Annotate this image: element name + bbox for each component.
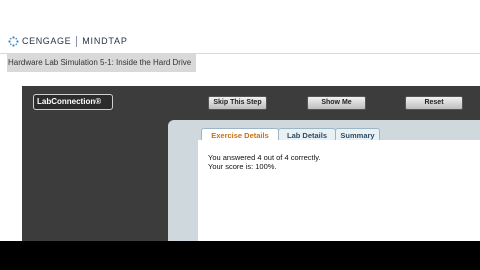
skip-step-button[interactable]: Skip This Step <box>208 96 267 110</box>
cengage-logo[interactable]: CENGAGE MINDTAP <box>8 35 128 47</box>
result-score-text: Your score is: 100%. <box>208 162 277 171</box>
labconnection-logo-text: LabConnection® <box>37 97 102 106</box>
cengage-logo-icon <box>8 35 19 47</box>
activity-title-bar: Hardware Lab Simulation 5-1: Inside the … <box>7 54 196 72</box>
show-me-button[interactable]: Show Me <box>307 96 366 110</box>
app-frame: CENGAGE MINDTAP Hardware Lab Simulation … <box>0 0 480 241</box>
results-panel: Exercise Details Lab Details Summary You… <box>168 120 480 241</box>
brand-divider <box>76 35 78 47</box>
activity-title: Hardware Lab Simulation 5-1: Inside the … <box>8 58 192 67</box>
brand-name: CENGAGE <box>22 36 72 46</box>
result-answered-text: You answered 4 out of 4 correctly. <box>208 153 321 162</box>
reset-button[interactable]: Reset <box>405 96 463 110</box>
product-name: MINDTAP <box>82 36 128 46</box>
labconnection-logo: LabConnection® <box>33 94 113 110</box>
lab-simulation-panel: LabConnection® Skip This Step Show Me Re… <box>22 86 480 241</box>
